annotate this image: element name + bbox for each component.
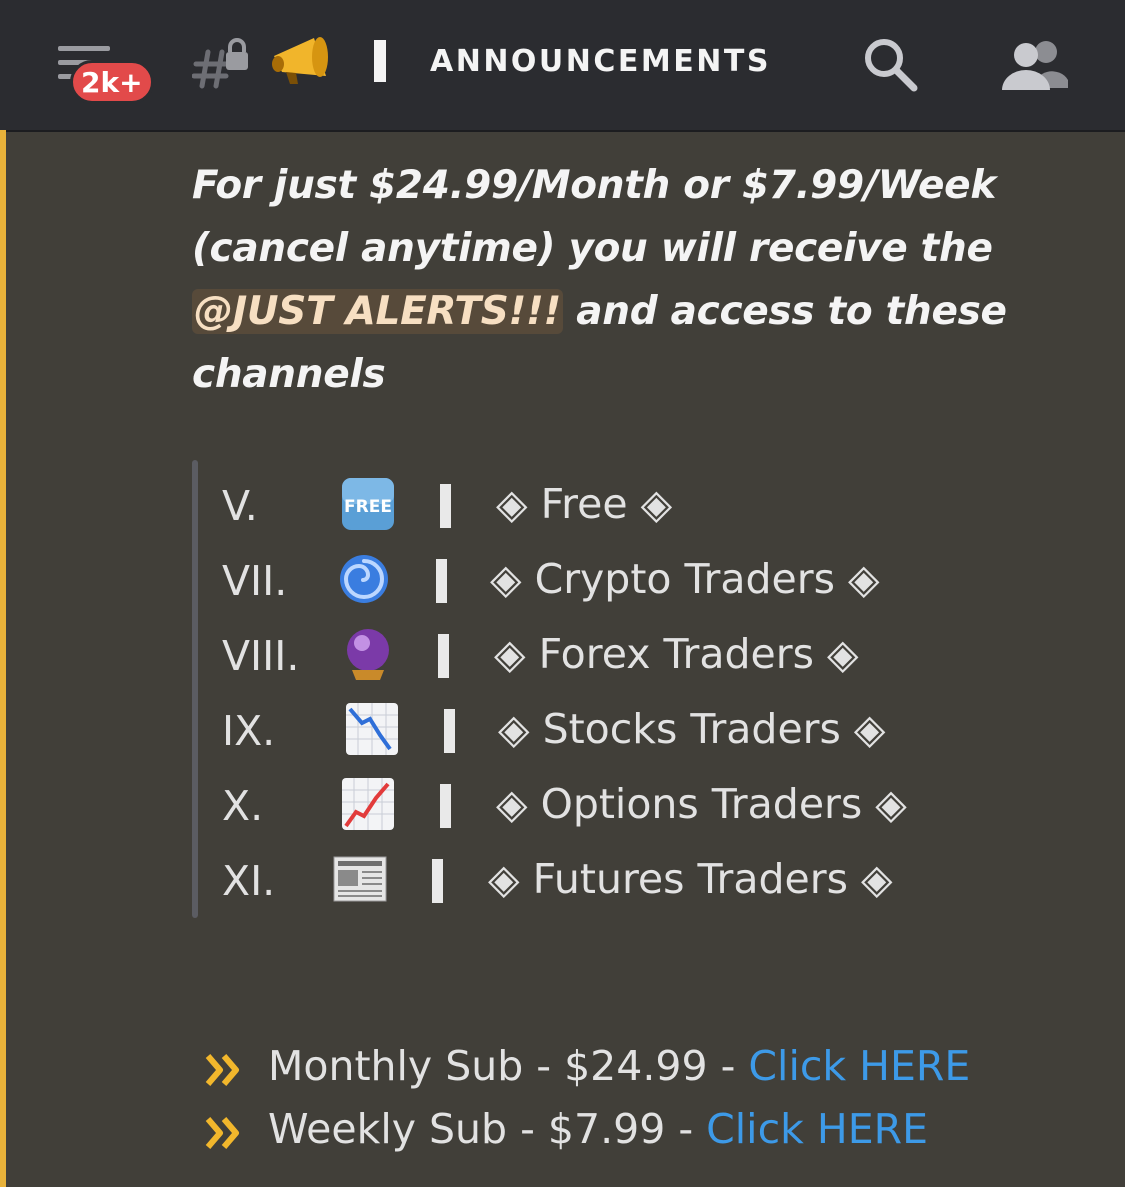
channel-row: X. ◈ Options Traders ◈ [222,776,1042,836]
channel-number: X. [222,782,264,830]
separator-bar [438,634,449,678]
message-headline: For just $24.99/Month or $7.99/Week (can… [192,154,1072,406]
separator-bar [444,709,455,753]
separator-bar [432,859,443,903]
cyclone-icon [340,555,388,603]
channel-row: VIII. ◈ Forex Traders ◈ [222,626,1042,686]
locked-channel-icon [192,38,248,89]
weekly-sub-text: Weekly Sub - $7.99 - [268,1105,707,1153]
blockquote-bar [192,460,198,918]
subscription-text: Monthly Sub - $24.99 - Click HERE [268,1042,970,1090]
separator-bar [374,40,386,82]
weekly-click-here-link[interactable]: Click HERE [706,1105,928,1153]
channel-label: ◈ Crypto Traders ◈ [490,555,880,603]
channel-number: V. [222,482,258,530]
channel-header: 2k+ ANNOUNCEMENTS [0,0,1125,132]
subscription-text: Weekly Sub - $7.99 - Click HERE [268,1105,928,1153]
channel-label: ◈ Forex Traders ◈ [494,630,859,678]
headline-line-4: channels [192,352,386,397]
mention-highlight-bar [0,130,6,1187]
members-icon[interactable] [1000,38,1068,92]
notification-badge: 2k+ [70,60,154,104]
channel-label: ◈ Options Traders ◈ [496,780,907,828]
channel-label: ◈ Free ◈ [496,480,673,528]
channel-number: IX. [222,707,276,755]
channel-label: ◈ Futures Traders ◈ [488,855,893,903]
separator-bar [440,784,451,828]
free-button-icon: FREE [342,478,394,530]
role-mention[interactable]: @JUST ALERTS!!! [192,289,563,334]
double-chevron-icon [205,1054,239,1086]
chart-decreasing-icon [346,703,398,755]
channel-row: VII. ◈ Crypto Traders ◈ [222,551,1042,611]
separator-bar [440,484,451,528]
channel-row: V. FREE ◈ Free ◈ [222,476,1042,536]
channel-row: XI. ◈ Futures Traders ◈ [222,851,1042,911]
svg-text:FREE: FREE [344,497,392,517]
monthly-click-here-link[interactable]: Click HERE [748,1042,970,1090]
channel-title: ANNOUNCEMENTS [430,44,771,79]
megaphone-icon [272,37,328,84]
headline-line-2: (cancel anytime) you will receive the [192,226,993,271]
channel-label: ◈ Stocks Traders ◈ [498,705,886,753]
search-icon[interactable] [862,36,920,94]
newspaper-icon [333,856,387,902]
headline-line-1: For just $24.99/Month or $7.99/Week [192,163,996,208]
channel-number: XI. [222,857,276,905]
separator-bar [436,559,447,603]
channel-number: VII. [222,557,288,605]
headline-line-3-rest: and access to these [562,289,1007,334]
subscription-line: Monthly Sub - $24.99 - Click HERE [204,1042,1104,1102]
crystal-ball-icon [347,629,389,680]
chart-increasing-icon [342,778,394,830]
headline-line-3: @JUST ALERTS!!! and access to these [192,280,1072,343]
subscription-line: Weekly Sub - $7.99 - Click HERE [204,1105,1104,1165]
channel-number: VIII. [222,632,300,680]
double-chevron-icon [205,1117,239,1149]
channel-row: IX. ◈ Stocks Traders ◈ [222,701,1042,761]
monthly-sub-text: Monthly Sub - $24.99 - [268,1042,749,1090]
